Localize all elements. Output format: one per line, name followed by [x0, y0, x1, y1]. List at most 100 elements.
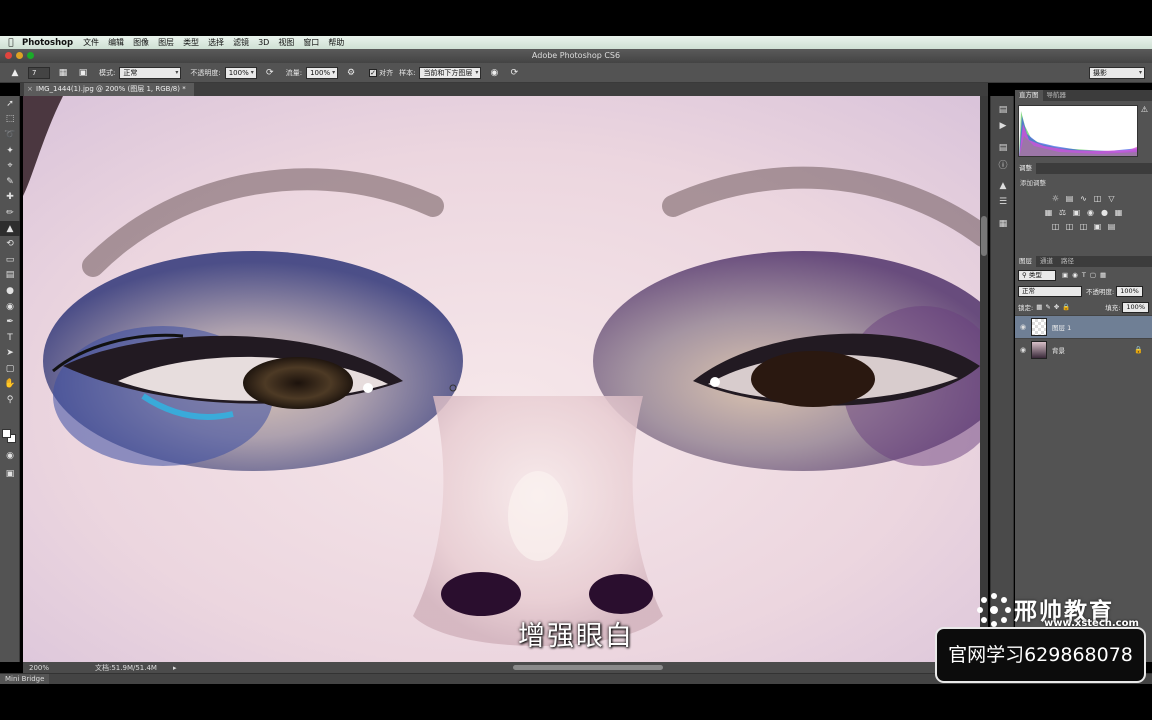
- move-tool-icon[interactable]: ➚: [0, 96, 20, 112]
- gradient-map-icon[interactable]: ▤: [1107, 222, 1117, 232]
- eyedropper-tool-icon[interactable]: ✎: [0, 174, 20, 190]
- status-menu-arrow-icon[interactable]: ▸: [173, 664, 177, 672]
- info-panel-icon[interactable]: ⓘ: [991, 156, 1015, 172]
- horizontal-scroll-thumb[interactable]: [513, 665, 663, 670]
- photo-filter-icon[interactable]: ◉: [1086, 208, 1096, 218]
- menu-layer[interactable]: 图层: [158, 37, 174, 48]
- properties-panel-icon[interactable]: ▤: [991, 140, 1015, 156]
- menu-file[interactable]: 文件: [83, 37, 99, 48]
- opacity-input[interactable]: 100% ▾: [224, 66, 257, 79]
- foreground-color-swatch[interactable]: [2, 429, 11, 438]
- workspace-select[interactable]: 摄影 ▾: [1089, 67, 1145, 79]
- menu-filter[interactable]: 滤镜: [233, 37, 249, 48]
- tab-paths[interactable]: 路径: [1057, 256, 1078, 267]
- threshold-icon[interactable]: ◫: [1079, 222, 1089, 232]
- brightness-contrast-icon[interactable]: ☼: [1051, 194, 1061, 204]
- clone-stamp-tool-preset-icon[interactable]: ▲: [8, 66, 22, 80]
- menu-app-name[interactable]: Photoshop: [22, 38, 73, 48]
- document-canvas[interactable]: [23, 96, 980, 662]
- menu-window[interactable]: 窗口: [303, 37, 319, 48]
- canvas-vertical-scrollbar[interactable]: [980, 96, 988, 662]
- zoom-tool-icon[interactable]: ⚲: [0, 392, 20, 408]
- hue-saturation-icon[interactable]: ▦: [1044, 208, 1054, 218]
- mini-bridge-tab[interactable]: Mini Bridge: [0, 674, 50, 684]
- selective-color-icon[interactable]: ▣: [1093, 222, 1103, 232]
- fill-input[interactable]: 100%: [1122, 301, 1149, 313]
- cache-warning-icon[interactable]: ⚠: [1141, 105, 1148, 114]
- black-white-icon[interactable]: ▣: [1072, 208, 1082, 218]
- levels-icon[interactable]: ▤: [1065, 194, 1075, 204]
- gradient-tool-icon[interactable]: ▤: [0, 268, 20, 284]
- layer-filter-select[interactable]: ⚲ 类型: [1018, 269, 1056, 281]
- marquee-tool-icon[interactable]: ⬚: [0, 112, 20, 128]
- document-tab[interactable]: × IMG_1444(1).jpg @ 200% (图层 1, RGB/8) *: [24, 83, 194, 96]
- menu-select[interactable]: 选择: [208, 37, 224, 48]
- layer-opacity-input[interactable]: 100%: [1116, 285, 1143, 297]
- crop-tool-icon[interactable]: ⌖: [0, 158, 20, 174]
- lock-paint-icon[interactable]: ✎: [1045, 303, 1050, 311]
- hand-tool-icon[interactable]: ✋: [0, 377, 20, 393]
- tab-layers[interactable]: 图层: [1015, 256, 1036, 267]
- dodge-tool-icon[interactable]: ◉: [0, 299, 20, 315]
- brush-panel-icon[interactable]: ☰: [991, 194, 1015, 210]
- actions-panel-icon[interactable]: ▶: [991, 118, 1015, 134]
- visibility-eye-icon[interactable]: ◉: [1015, 346, 1031, 354]
- menu-type[interactable]: 类型: [183, 37, 199, 48]
- history-brush-tool-icon[interactable]: ⟲: [0, 236, 20, 252]
- brush-tool-icon[interactable]: ✏: [0, 205, 20, 221]
- tab-channels[interactable]: 通道: [1036, 256, 1057, 267]
- healing-brush-tool-icon[interactable]: ✚: [0, 190, 20, 206]
- lock-move-icon[interactable]: ✥: [1054, 303, 1059, 311]
- filter-type-icon[interactable]: T: [1082, 271, 1086, 279]
- tab-adjustments[interactable]: 调整: [1015, 163, 1036, 174]
- close-window-button[interactable]: [5, 52, 12, 59]
- layer-name[interactable]: 背景: [1052, 345, 1065, 355]
- pen-tool-icon[interactable]: ✒: [0, 314, 20, 330]
- quick-select-tool-icon[interactable]: ✦: [0, 143, 20, 159]
- apple-icon[interactable]: : [0, 38, 22, 48]
- lock-all-icon[interactable]: 🔒: [1062, 303, 1070, 311]
- eraser-tool-icon[interactable]: ▭: [0, 252, 20, 268]
- quick-mask-icon[interactable]: ◉: [0, 448, 20, 464]
- clone-source-icon[interactable]: ▦: [991, 216, 1015, 232]
- layer-row-background[interactable]: ◉ 背景 🔒: [1015, 338, 1152, 361]
- menu-help[interactable]: 帮助: [328, 37, 344, 48]
- minimize-window-button[interactable]: [16, 52, 23, 59]
- airbrush-icon[interactable]: ⚙: [344, 66, 358, 80]
- exposure-icon[interactable]: ◫: [1093, 194, 1103, 204]
- shape-tool-icon[interactable]: ▢: [0, 361, 20, 377]
- lasso-tool-icon[interactable]: ➰: [0, 127, 20, 143]
- channel-mixer-icon[interactable]: ●: [1100, 208, 1110, 218]
- screen-mode-icon[interactable]: ▣: [0, 466, 20, 482]
- lock-transparency-icon[interactable]: ▦: [1036, 303, 1042, 311]
- filter-adjustment-icon[interactable]: ◉: [1072, 271, 1078, 279]
- tool-presets-icon[interactable]: ▲: [991, 178, 1015, 194]
- close-tab-icon[interactable]: ×: [27, 83, 33, 96]
- blur-tool-icon[interactable]: ●: [0, 283, 20, 299]
- flow-input[interactable]: 100% ▾: [306, 66, 339, 79]
- curves-icon[interactable]: ∿: [1079, 194, 1089, 204]
- posterize-icon[interactable]: ◫: [1065, 222, 1075, 232]
- filter-pixel-icon[interactable]: ▣: [1062, 271, 1068, 279]
- invert-icon[interactable]: ◫: [1051, 222, 1061, 232]
- clone-source-panel-icon[interactable]: ▣: [76, 66, 90, 80]
- zoom-level[interactable]: 200%: [23, 664, 63, 672]
- tab-histogram[interactable]: 直方图: [1015, 90, 1043, 101]
- visibility-eye-icon[interactable]: ◉: [1015, 323, 1031, 331]
- filter-shape-icon[interactable]: ▢: [1090, 271, 1096, 279]
- vibrance-icon[interactable]: ▽: [1107, 194, 1117, 204]
- type-tool-icon[interactable]: T: [0, 330, 20, 346]
- menu-edit[interactable]: 编辑: [108, 37, 124, 48]
- vertical-scroll-thumb[interactable]: [981, 216, 987, 256]
- color-balance-icon[interactable]: ⚖: [1058, 208, 1068, 218]
- color-lookup-icon[interactable]: ▦: [1114, 208, 1124, 218]
- filter-smart-icon[interactable]: ▦: [1100, 271, 1106, 279]
- layer-row-layer1[interactable]: ◉ 图层 1: [1015, 315, 1152, 338]
- ignore-adjustment-layers-icon[interactable]: ◉: [487, 66, 501, 80]
- mode-select[interactable]: 正常 ▾: [119, 66, 182, 79]
- zoom-window-button[interactable]: [27, 52, 34, 59]
- menu-image[interactable]: 图像: [133, 37, 149, 48]
- tab-navigator[interactable]: 导航器: [1043, 90, 1071, 101]
- menu-view[interactable]: 视图: [278, 37, 294, 48]
- pressure-size-icon[interactable]: ⟳: [507, 66, 521, 80]
